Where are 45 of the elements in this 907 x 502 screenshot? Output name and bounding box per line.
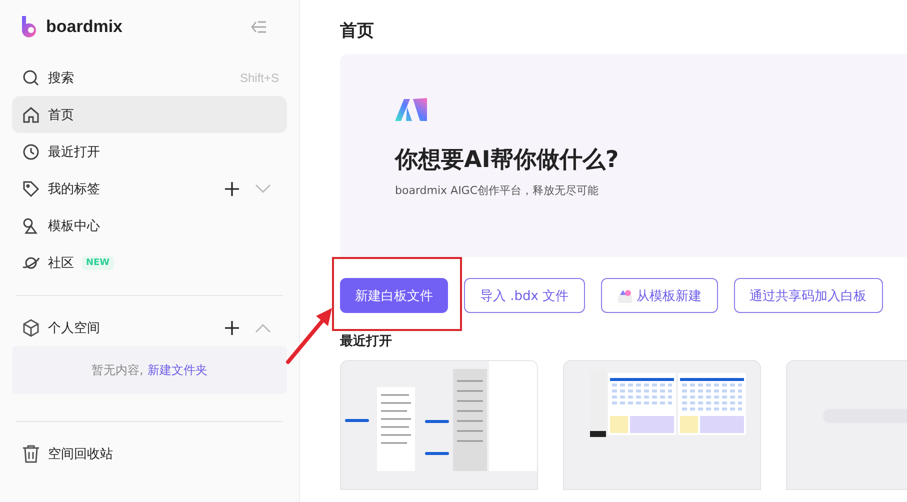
chevron-down-icon[interactable] [255,184,271,194]
action-button[interactable]: 导入 .bdx 文件 [464,278,585,313]
trash-item[interactable]: 空间回收站 [12,436,287,472]
ai-logo-icon [395,98,427,122]
chevron-up-icon[interactable] [255,323,271,333]
nav-label: 社区 [48,254,74,272]
nav-label: 首页 [48,106,74,124]
nav-item[interactable]: 搜索 Shift+S [12,59,287,96]
section-heading: 最近打开 [340,333,393,350]
space-label: 个人空间 [48,320,100,337]
shortcut-hint: Shift+S [240,70,279,84]
cube-icon [22,319,40,337]
new-board-button[interactable]: 新建白板文件 [340,278,448,313]
clock-icon [22,142,40,160]
trash-label: 空间回收站 [48,446,113,463]
space-header[interactable]: 个人空间 [12,310,287,346]
tag-icon [22,180,40,198]
nav-label: 我的标签 [48,180,100,198]
nav-label: 最近打开 [48,144,100,160]
file-card[interactable] [563,360,761,490]
hero-subtitle: boardmix AIGC创作平台，释放无尽可能 [395,183,600,198]
trash-icon [22,445,40,463]
page-title: 首页 [340,20,375,42]
nav-label: 模板中心 [48,218,100,234]
nav-item[interactable]: 模板中心 [12,207,287,244]
file-card[interactable] [340,360,538,490]
search-icon [22,68,40,86]
template-icon [616,288,633,304]
home-icon [22,106,40,124]
nav-item[interactable]: 最近打开 [12,133,287,170]
new-badge: NEW [82,256,114,270]
nav-item[interactable]: 首页 [12,96,287,133]
plus-icon[interactable] [225,182,239,196]
brand-name: boardmix [46,17,124,37]
nav-label: 搜索 [48,70,74,86]
action-button[interactable]: 通过共享码加入白板 [734,278,883,313]
plus-icon[interactable] [225,321,239,335]
template-icon [22,216,40,234]
empty-message: 暂无内容, 新建文件夹 [92,362,208,378]
collapse-sidebar-icon[interactable] [251,20,267,34]
hero-heading: 你想要AI帮你做什么? [395,146,620,175]
nav-item[interactable]: 我的标签 [12,170,287,207]
action-button[interactable]: 从模板新建 [600,278,718,313]
new-folder-link[interactable]: 新建文件夹 [147,362,208,376]
nav-item[interactable]: 社区 NEW [12,244,287,281]
